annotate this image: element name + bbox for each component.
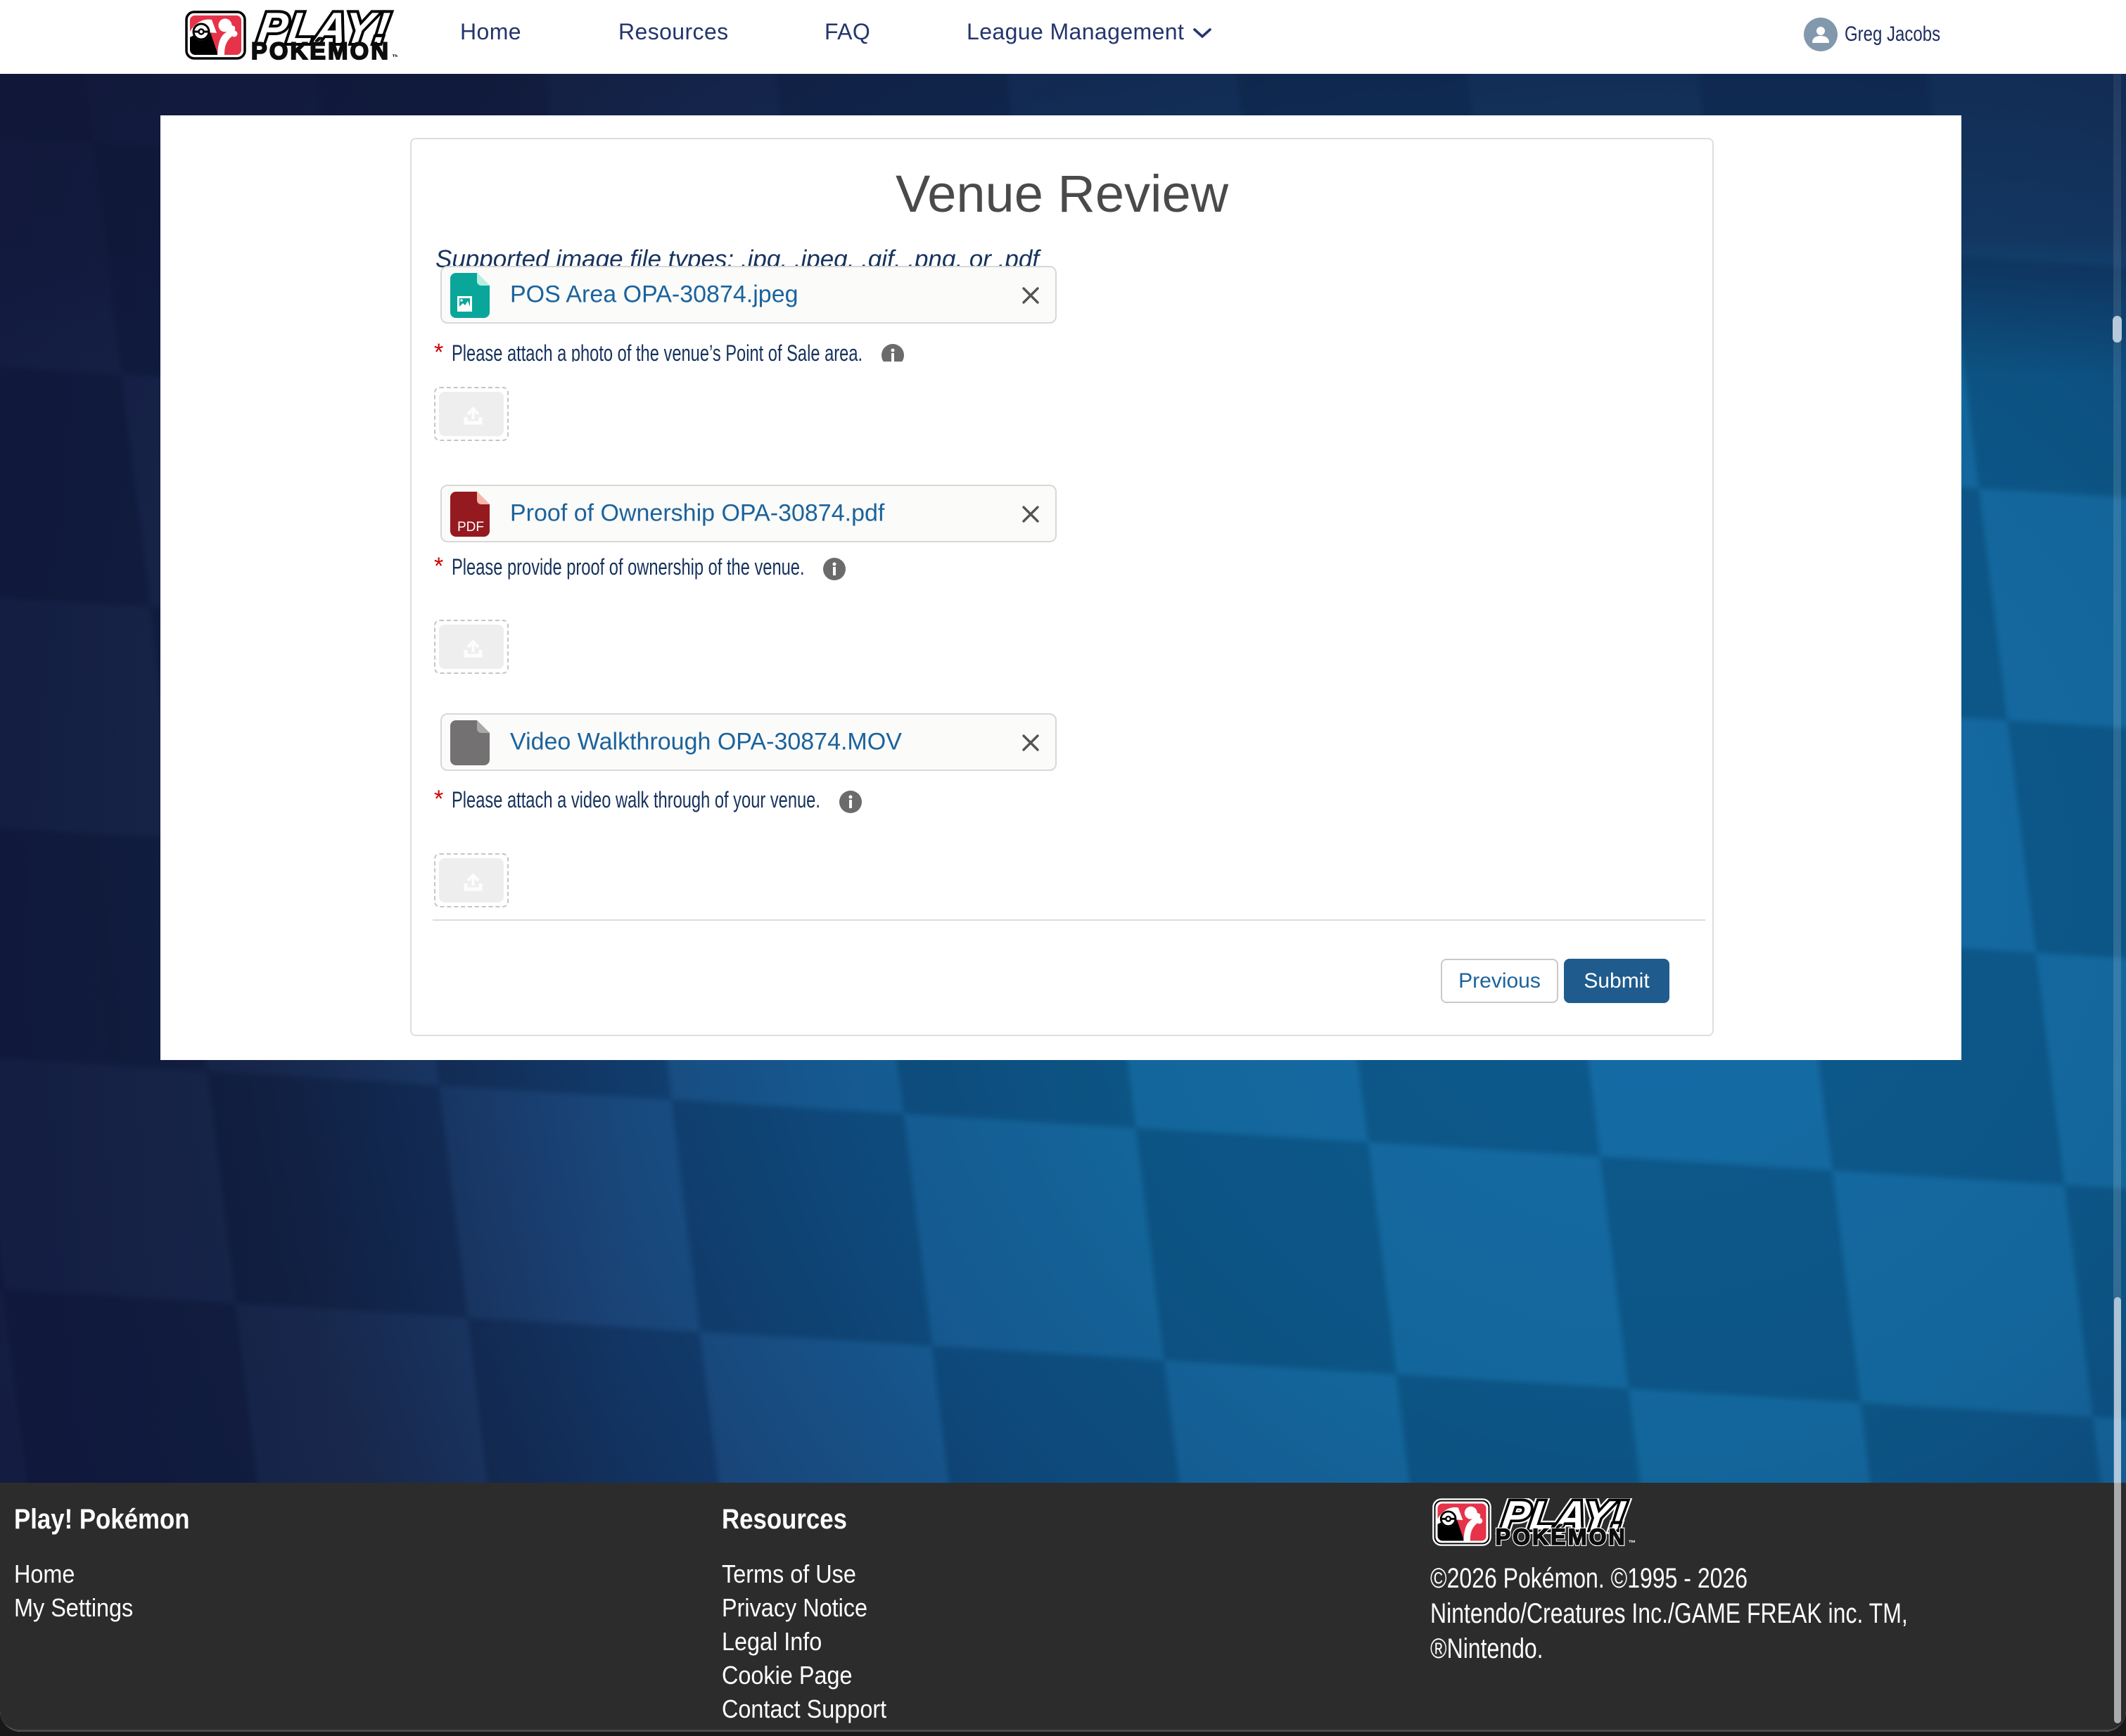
svg-text:™: ™ [392,53,397,60]
svg-text:POKÉMON: POKÉMON [1496,1524,1627,1546]
svg-text:™: ™ [1629,1540,1636,1546]
svg-text:POKÉMON: POKÉMON [251,38,390,60]
svg-text:PDF: PDF [457,520,484,535]
